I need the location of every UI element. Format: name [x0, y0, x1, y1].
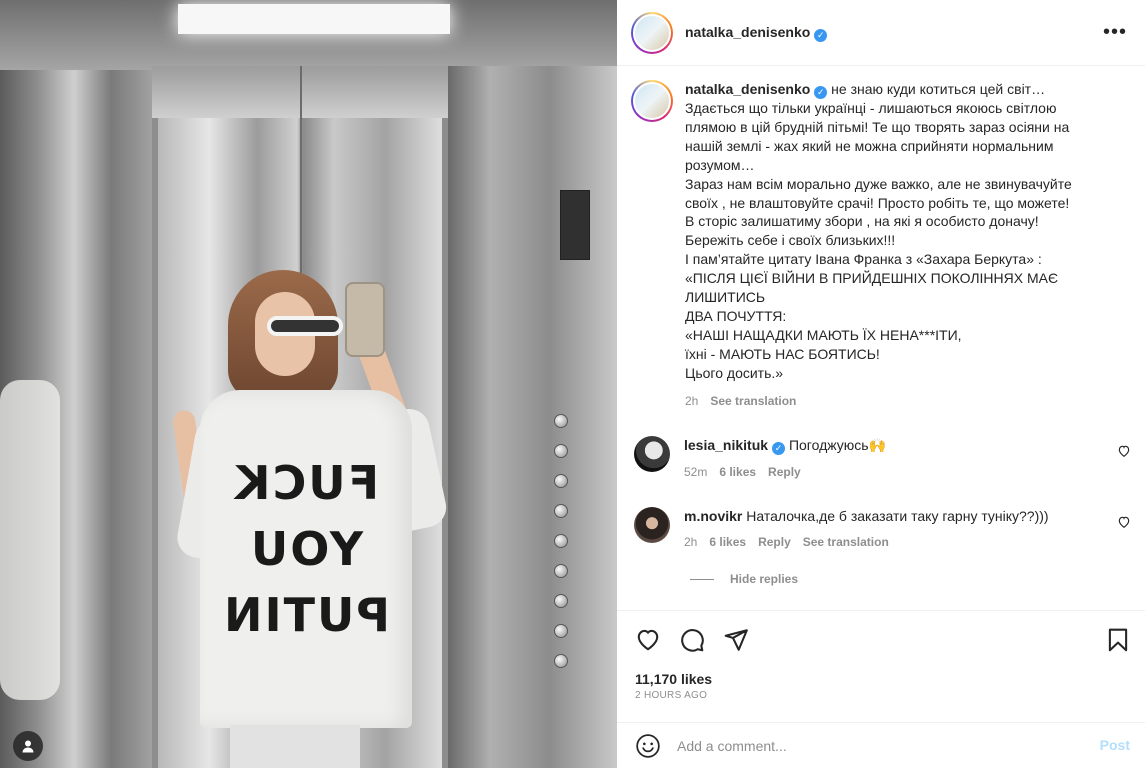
comment-likes[interactable]: 6 likes — [709, 533, 746, 551]
commenter-username[interactable]: lesia_nikituk ✓ — [684, 437, 786, 455]
post-photo[interactable]: FUCK YOU PUTIN — [0, 0, 617, 768]
caption-avatar[interactable] — [631, 80, 673, 122]
post-panel: natalka_denisenko ✓ ••• natalka_denisenko… — [617, 0, 1145, 768]
caption-text: І пам’ятайте цитату Івана Франка з «Заха… — [685, 251, 1042, 268]
comment-input[interactable] — [677, 737, 1077, 754]
person: FUCK YOU PUTIN — [140, 270, 450, 768]
caption-text: нашій землі - жах який не можна сприйнят… — [685, 137, 1054, 154]
verified-badge-icon: ✓ — [814, 86, 828, 99]
likes-count[interactable]: 11,170 likes — [635, 671, 712, 687]
comment-item: lesia_nikituk ✓ Погоджуюсь🙌 52m 6 likes R… — [631, 436, 1131, 481]
comment-time[interactable]: 52m — [684, 463, 707, 481]
emoji-icon[interactable] — [635, 733, 661, 759]
post-time[interactable]: 2 HOURS AGO — [635, 690, 707, 701]
comment-like-heart-icon[interactable] — [1117, 444, 1131, 458]
see-translation-button[interactable]: See translation — [803, 533, 889, 551]
commenter-username[interactable]: m.novikr — [684, 508, 742, 524]
post-comment-button[interactable]: Post — [1100, 737, 1130, 753]
user-tag-icon[interactable] — [13, 731, 43, 761]
legs — [230, 725, 360, 768]
comment-text: Наталочка,де б заказати таку гарну тунік… — [746, 508, 1049, 524]
comment-body: m.novikr Наталочка,де б заказати таку га… — [684, 507, 1104, 551]
hide-replies-label: Hide replies — [730, 572, 799, 586]
hide-replies-button[interactable]: Hide replies — [690, 572, 798, 586]
comment-text: Погоджуюсь🙌 — [788, 437, 886, 453]
reply-button[interactable]: Reply — [768, 463, 801, 481]
shirt-line: FUCK — [232, 456, 380, 510]
caption-username[interactable]: natalka_denisenko ✓ — [685, 81, 828, 99]
caption-text: «НАШІ НАЩАДКИ МАЮТЬ ЇХ НЕНА***ІТИ, — [685, 326, 962, 343]
author-username[interactable]: natalka_denisenko ✓ — [685, 24, 828, 42]
caption-text: ЛИШИТИСЬ — [685, 289, 766, 306]
caption-text: Здається що тільки українці - лишаються … — [685, 100, 1057, 116]
caption-text: Бережіть себе і своїх близьких!!! — [685, 232, 896, 249]
comments-section[interactable]: natalka_denisenko ✓ не знаю куди котиться… — [617, 66, 1145, 610]
verified-badge-icon: ✓ — [814, 28, 828, 42]
elevator-buttons — [540, 400, 574, 690]
verified-badge-icon: ✓ — [772, 442, 786, 455]
elevator-side-panel — [448, 66, 617, 768]
caption-text: не знаю куди котиться цей світ… — [831, 81, 1046, 97]
caption-text: Зараз нам всім морально дуже важко, але … — [685, 175, 1072, 192]
caption-text: В сторіс залишатиму збори , на які я осо… — [685, 213, 1039, 230]
action-icons — [635, 627, 749, 653]
post-actions: 11,170 likes 2 HOURS AGO — [617, 610, 1145, 722]
replies-divider — [690, 578, 714, 580]
commenter-avatar[interactable] — [634, 436, 670, 472]
caption-text: ДВА ПОЧУТТЯ: — [685, 307, 787, 324]
caption-text: плямою в цій брудній пітьмі! Те що творя… — [685, 118, 1070, 135]
caption-text: своїх , не влаштовуйте срачі! Просто роб… — [685, 194, 1070, 211]
post-header: natalka_denisenko ✓ ••• — [617, 0, 1145, 66]
sunglasses — [267, 316, 343, 336]
comment-item: m.novikr Наталочка,де б заказати таку га… — [631, 507, 1131, 551]
comment-likes[interactable]: 6 likes — [719, 463, 756, 481]
shirt-print: FUCK YOU PUTIN — [200, 450, 412, 648]
comment-meta: 2h 6 likes Reply See translation — [684, 533, 1104, 551]
add-comment-bar: Post — [617, 722, 1145, 768]
comment-like-heart-icon[interactable] — [1117, 515, 1131, 529]
reply-button[interactable]: Reply — [758, 533, 791, 551]
caption-text: їхні - МАЮТЬ НАС БОЯТИСЬ! — [685, 345, 880, 362]
caption-time[interactable]: 2h — [685, 392, 698, 411]
comment-icon[interactable] — [679, 627, 705, 653]
caption-text: Цього досить.» — [685, 364, 784, 381]
bookmark-icon[interactable] — [1105, 627, 1131, 653]
author-avatar[interactable] — [631, 11, 673, 54]
caption-text: розумом… — [685, 156, 755, 173]
see-translation-button[interactable]: See translation — [710, 392, 796, 411]
shirt-line: YOU — [248, 522, 364, 576]
post-caption: natalka_denisenko ✓ не знаю куди котиться… — [631, 80, 1131, 411]
shirt-line: PUTIN — [221, 588, 391, 642]
caption-meta: 2h See translation — [685, 392, 1105, 411]
caption-text: «ПІСЛЯ ЦІЄЇ ВІЙНИ В ПРИЙДЕШНІХ ПОКОЛІННЯ… — [685, 270, 1059, 287]
caption-body: natalka_denisenko ✓ не знаю куди котиться… — [685, 80, 1105, 411]
share-icon[interactable] — [723, 627, 749, 653]
commenter-avatar[interactable] — [634, 507, 670, 543]
comment-meta: 52m 6 likes Reply — [684, 463, 1104, 481]
comment-body: lesia_nikituk ✓ Погоджуюсь🙌 52m 6 likes R… — [684, 436, 1104, 481]
elevator-display — [560, 190, 590, 260]
heart-icon[interactable] — [635, 627, 661, 653]
ceiling-light — [178, 4, 450, 34]
phone — [345, 282, 385, 357]
more-options-icon[interactable]: ••• — [1103, 22, 1127, 42]
comment-time[interactable]: 2h — [684, 533, 697, 551]
mirror-reflection — [0, 380, 60, 700]
